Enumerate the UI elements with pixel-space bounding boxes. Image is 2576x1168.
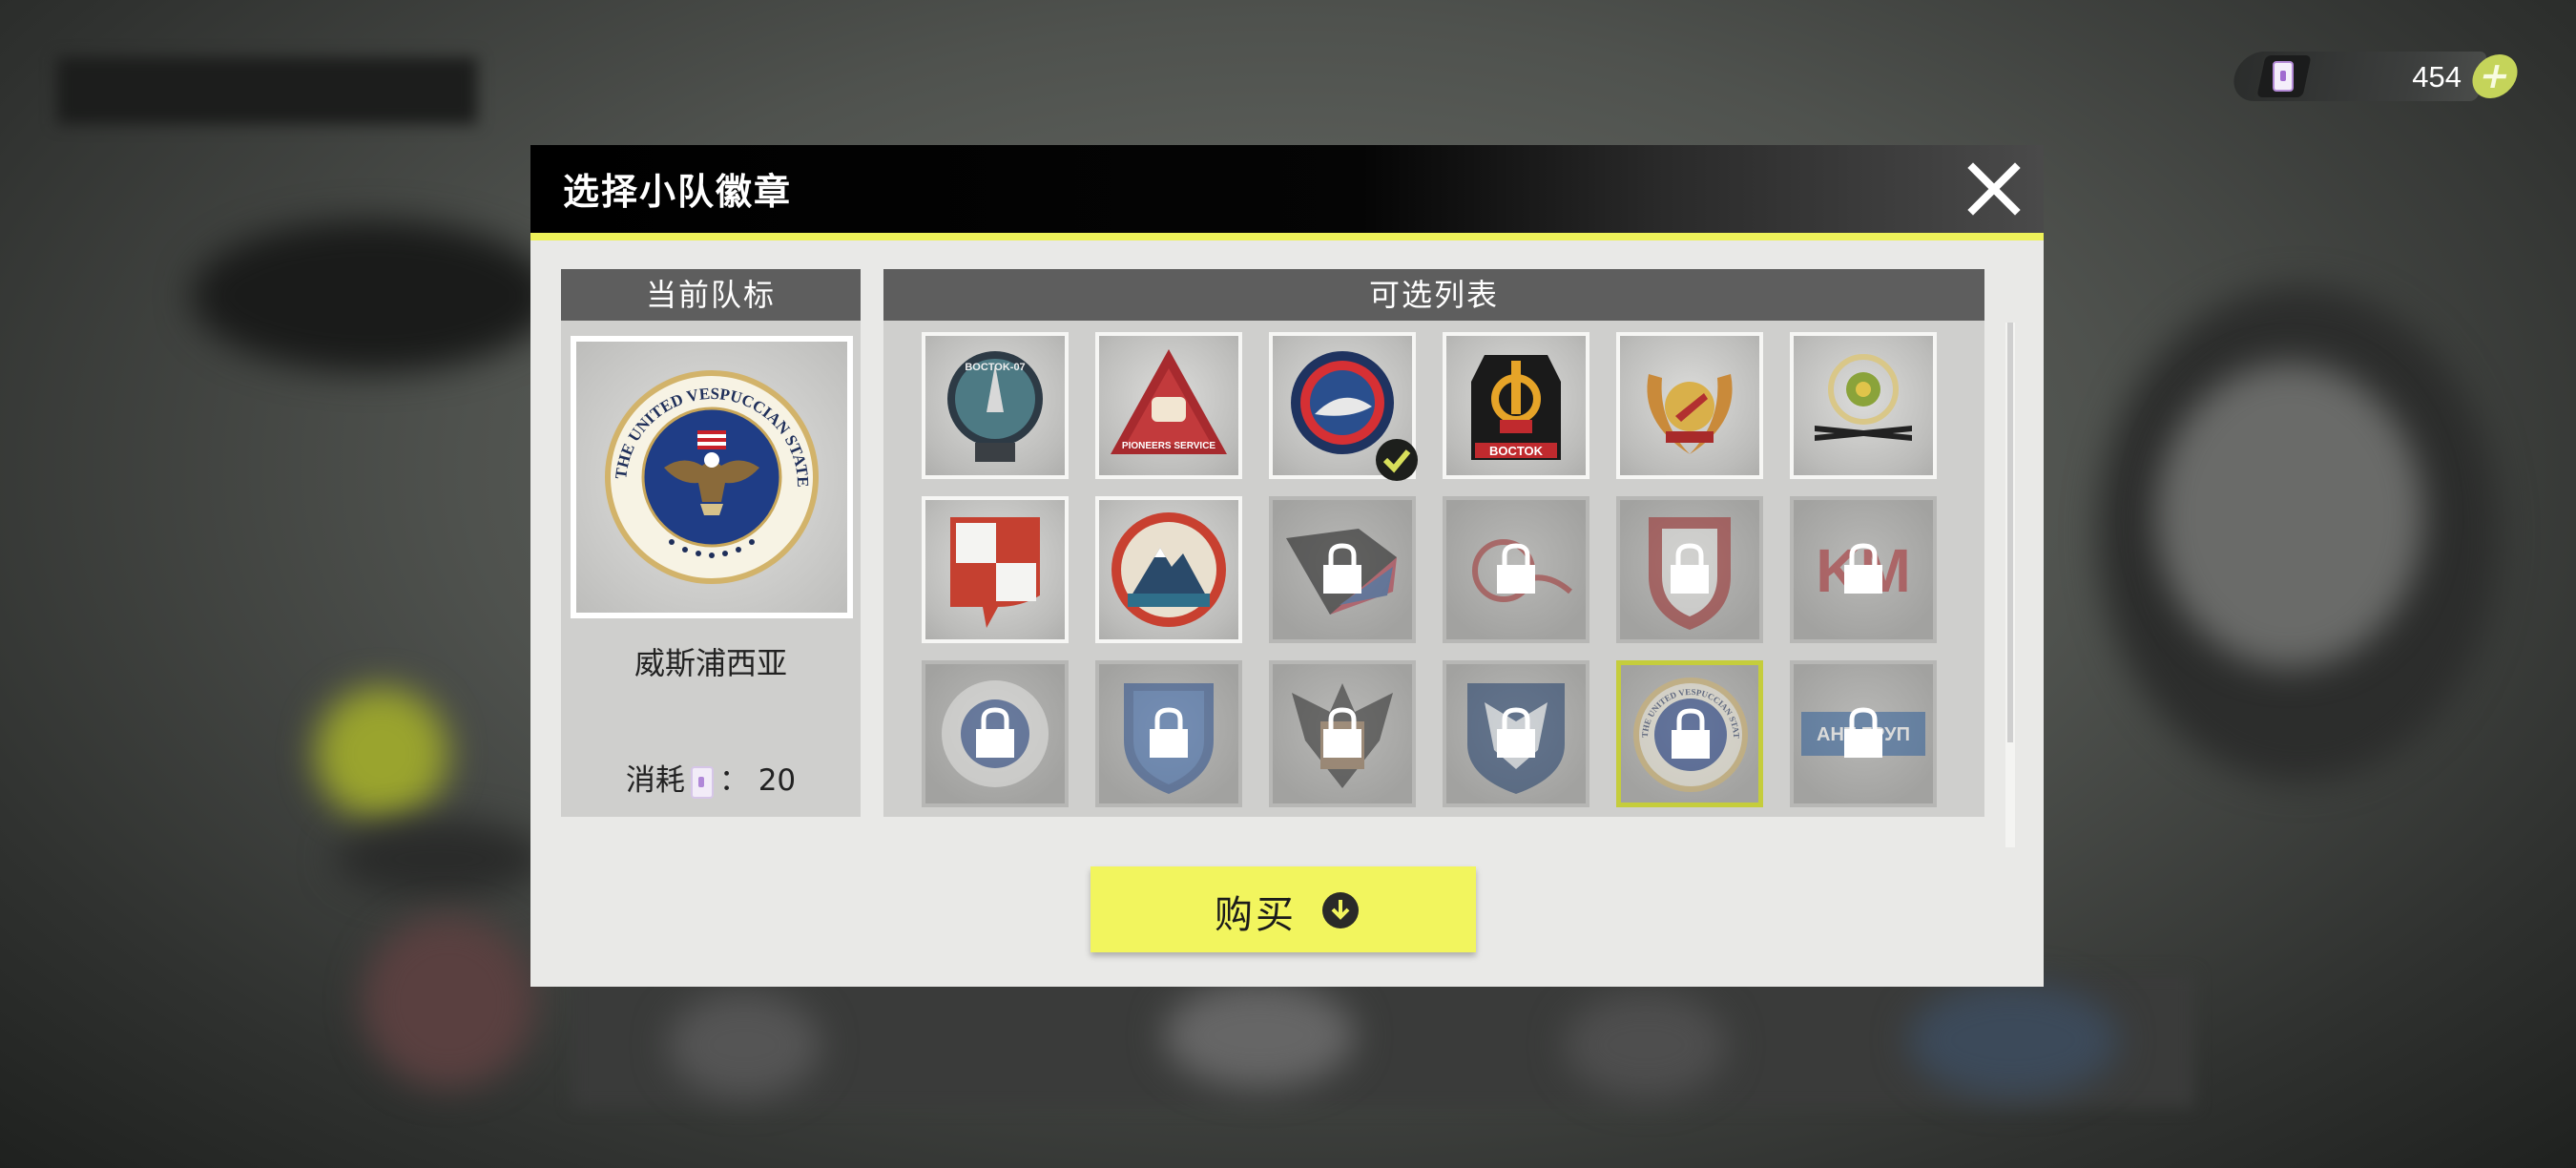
currency-amount: 454 [2412,60,2462,94]
close-button[interactable] [1954,149,2034,229]
dialog-title: 选择小队徽章 [563,171,793,213]
pioneers-service-emblem-icon: PIONEERS SERVICE [1111,349,1227,454]
buy-button-label: 购买 [1215,893,1297,937]
badge-tile[interactable] [922,496,1069,643]
badge-tile[interactable] [1443,660,1589,807]
svg-text:BOCTOK: BOCTOK [1489,444,1544,458]
badge-tile[interactable] [1269,496,1416,643]
lock-icon [1671,543,1709,594]
lock-icon [1497,543,1535,594]
scrollbar-thumb[interactable] [2007,323,2013,742]
badge-tile[interactable]: BOCTOK [1443,332,1589,479]
badge-tile[interactable] [1443,496,1589,643]
vostok-emblem-icon: BOCTOK [1471,355,1561,460]
lock-icon [976,707,1014,758]
currency-display: 454 + [2229,52,2522,101]
vostok-07-emblem-icon: BOCTOK-07 [947,351,1043,462]
badge-list-panel: 可选列表 BOCTOK-07 PIONEERS SERVICE BOCTOK T… [883,269,1984,817]
badge-tile[interactable]: KM [1790,496,1937,643]
lock-icon [1844,543,1882,594]
current-badge-frame: THE UNITED VESPUCCIAN STATES [571,327,853,618]
dialog-header: 选择小队徽章 [530,145,2044,240]
download-arrow-icon [1322,892,1359,928]
mountain-emblem-icon [1111,512,1226,627]
badge-tile[interactable]: PIONEERS SERVICE [1095,332,1242,479]
lock-icon [1150,707,1188,758]
badge-list-scrollbar[interactable] [2005,323,2015,847]
current-badge-image: THE UNITED VESPUCCIAN STATES [571,327,847,613]
select-squad-badge-dialog: 选择小队徽章 当前队标 THE UNITED VESPUCCIAN STATE … [530,145,2044,987]
lock-icon [1323,543,1361,594]
card-currency-icon [2273,61,2294,92]
checkered-shield-emblem-icon [950,517,1040,628]
badge-tile[interactable] [1269,332,1418,481]
selected-check-icon [1376,439,1418,481]
lock-icon [1497,707,1535,758]
card-currency-icon [690,765,714,799]
badge-tile[interactable] [1095,660,1242,807]
badge-tile[interactable]: АНТ ГРУП [1790,660,1937,807]
vespuccian-seal-icon: THE UNITED VESPUCCIAN STATES [571,327,819,584]
current-badge-panel: 当前队标 THE UNITED VESPUCCIAN STATE 威斯浦西亚 消… [561,269,861,817]
cost-row: 消耗 ： 20 [561,756,861,799]
rifles-emblem-icon [1815,354,1912,441]
close-icon [1967,162,2021,216]
badge-tile-highlighted[interactable]: THE UNITED VESPUCCIAN STATES [1616,660,1763,807]
cost-value: 20 [758,763,797,798]
badge-tile[interactable] [1616,332,1763,479]
badge-tile[interactable] [1269,660,1416,807]
buy-button[interactable]: 购买 [1091,866,1476,952]
svg-text:PIONEERS SERVICE: PIONEERS SERVICE [1122,441,1216,451]
current-badge-header: 当前队标 [561,269,861,321]
lock-icon [1323,707,1361,758]
lock-icon [1844,707,1882,758]
cost-separator: ： [718,763,749,798]
badge-list-header: 可选列表 [883,269,1984,321]
badge-tile[interactable] [1616,496,1763,643]
svg-text:BOCTOK-07: BOCTOK-07 [965,362,1025,373]
wreath-emblem-icon [1647,374,1733,454]
badge-tile[interactable]: BOCTOK-07 [922,332,1069,479]
badge-tile[interactable] [1790,332,1937,479]
badge-tile[interactable] [1095,496,1242,643]
cost-label: 消耗 [625,763,685,798]
lock-icon [1672,708,1710,759]
badge-tile[interactable] [922,660,1069,807]
current-badge-name: 威斯浦西亚 [634,645,787,681]
